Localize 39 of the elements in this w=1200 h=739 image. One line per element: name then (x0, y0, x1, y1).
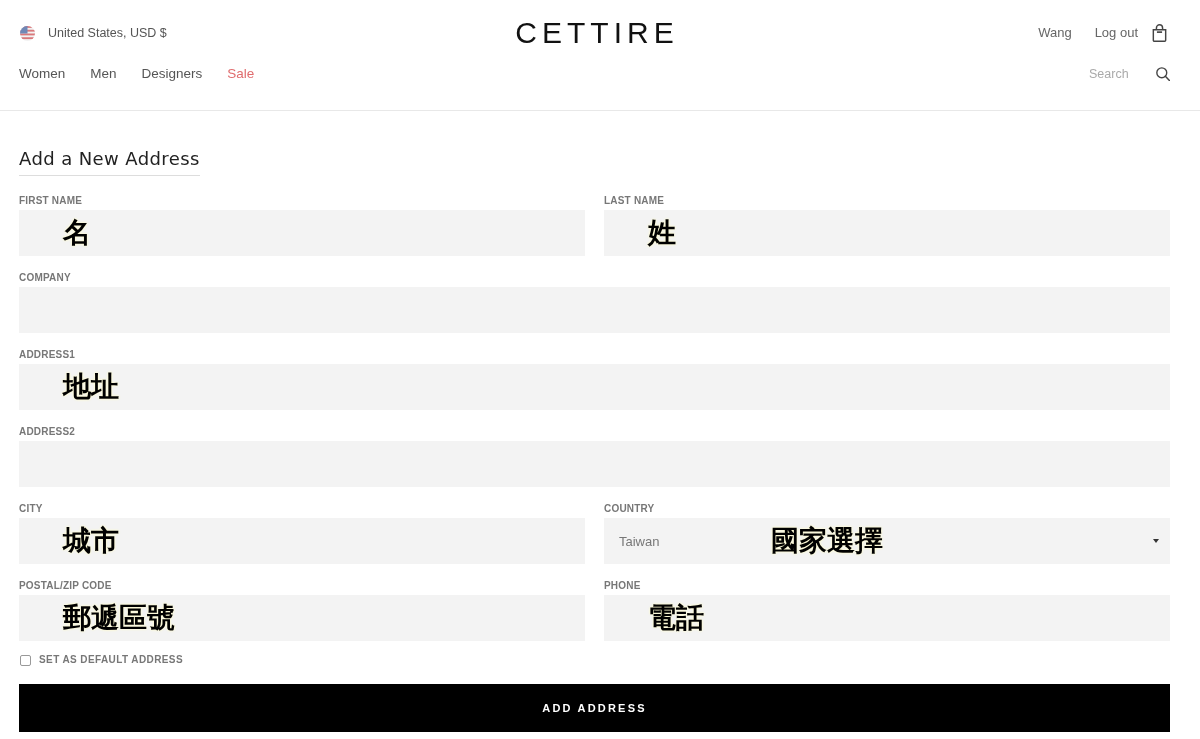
field-label: ADDRESS2 (19, 426, 76, 438)
search-field[interactable]: Search (1089, 66, 1134, 82)
account-link[interactable]: Wang (1038, 25, 1072, 41)
field-label: FIRST NAME (19, 195, 83, 207)
annotation-text: 名 (63, 216, 91, 250)
annotation-text: 地址 (63, 370, 119, 404)
field-label: PHONE (604, 580, 641, 592)
caret-icon (1153, 539, 1159, 543)
input-field[interactable]: 城市 (19, 518, 585, 564)
annotation-text: 郵遞區號 (63, 601, 175, 635)
input-field[interactable]: 郵遞區號 (19, 595, 585, 641)
logout-link[interactable]: Log out (1094, 25, 1138, 41)
input-field[interactable]: 電話 (604, 595, 1170, 641)
bag-icon[interactable] (1152, 24, 1167, 42)
select-field[interactable]: Taiwan 國家選擇 (604, 518, 1170, 564)
annotation-text: 國家選擇 (771, 524, 884, 558)
nav-link[interactable]: Women (19, 65, 66, 83)
flag-icon (20, 25, 35, 41)
input-field[interactable]: 地址 (19, 364, 1170, 410)
annotation-text: 姓 (648, 216, 676, 250)
field-label: COMPANY (19, 272, 71, 284)
add-address-button[interactable]: ADD ADDRESS (19, 684, 1170, 732)
field-label: ADDRESS1 (19, 349, 76, 361)
default-checkbox[interactable] (20, 654, 31, 666)
field-label: COUNTRY (604, 503, 655, 515)
field-label: POSTAL/ZIP CODE (19, 580, 112, 592)
locale-link[interactable]: United States, USD $ (48, 25, 167, 41)
annotation-text: 電話 (648, 601, 704, 635)
input-field[interactable]: 姓 (604, 210, 1170, 256)
field-label: LAST NAME (604, 195, 665, 207)
checkbox-label: SET AS DEFAULT ADDRESS (39, 654, 183, 666)
site-logo[interactable]: CETTIRE (515, 18, 679, 48)
page-heading: Add a New Address (19, 147, 200, 176)
nav-link[interactable]: Men (90, 65, 117, 83)
field-label: CITY (19, 503, 43, 515)
nav-link[interactable]: Designers (141, 65, 203, 83)
annotation-text: 城市 (63, 524, 119, 558)
search-icon[interactable] (1156, 67, 1170, 81)
input-field[interactable]: 名 (19, 210, 585, 256)
